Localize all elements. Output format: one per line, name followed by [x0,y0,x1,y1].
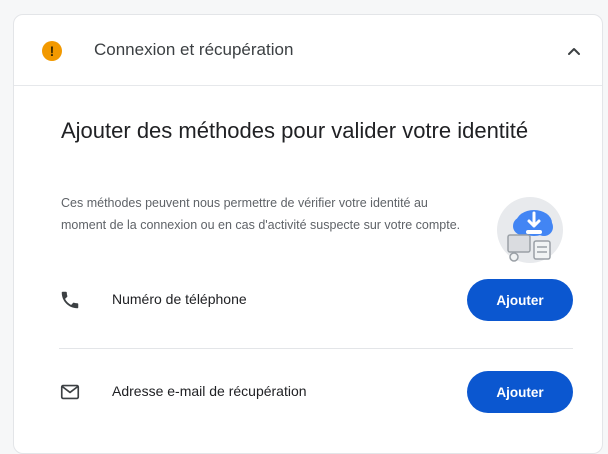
phone-icon [61,291,79,309]
card-header-title: Connexion et récupération [94,40,294,59]
collapse-button[interactable] [558,35,590,67]
warning-icon: ! [42,41,62,61]
email-method-row: Adresse e-mail de récupération Ajouter [14,363,602,423]
mail-icon [60,384,80,400]
phone-method-row: Numéro de téléphone Ajouter [14,271,602,331]
phone-method-label: Numéro de téléphone [112,291,247,307]
section-description: Ces méthodes peuvent nous permettre de v… [61,196,461,232]
add-phone-button[interactable]: Ajouter [467,279,573,321]
email-method-label: Adresse e-mail de récupération [112,383,307,399]
recovery-card: ! Connexion et récupération Ajouter des … [13,14,603,454]
section-title: Ajouter des méthodes pour valider votre … [61,118,529,143]
divider [59,348,573,349]
add-recovery-email-button[interactable]: Ajouter [467,371,573,413]
card-header[interactable]: ! Connexion et récupération [14,15,602,86]
cloud-devices-illustration-icon [497,197,563,263]
chevron-up-icon [568,48,580,55]
